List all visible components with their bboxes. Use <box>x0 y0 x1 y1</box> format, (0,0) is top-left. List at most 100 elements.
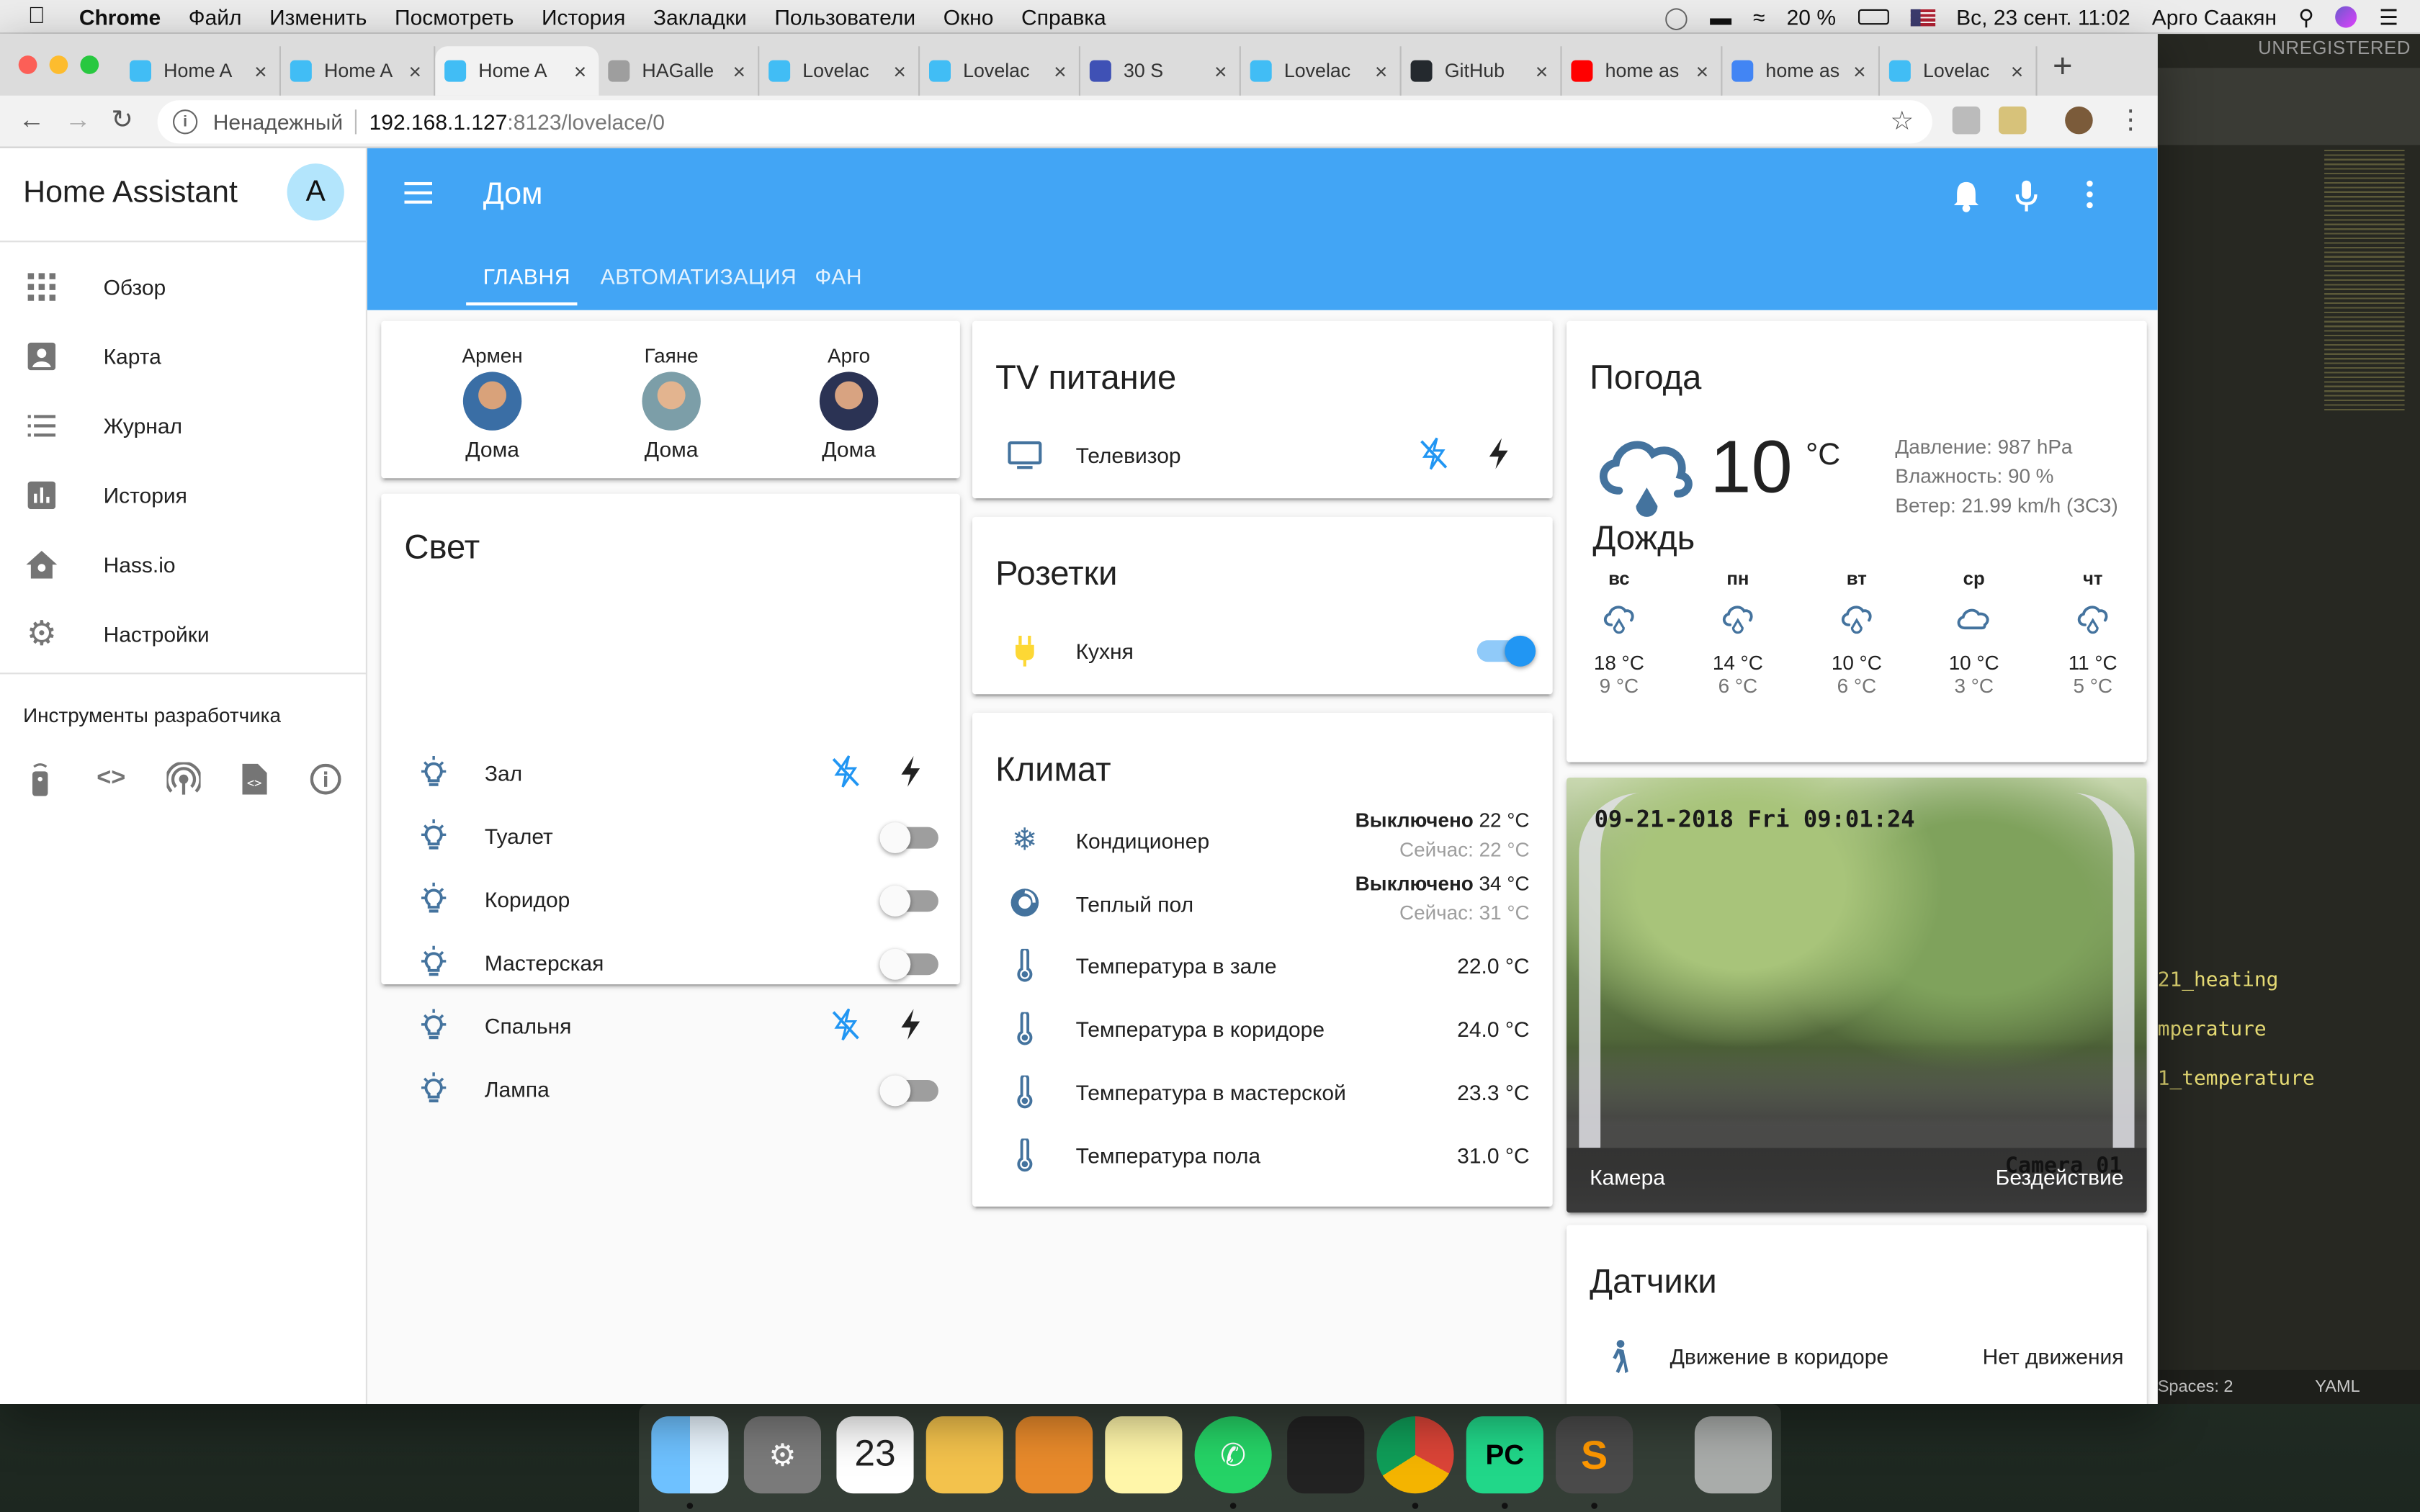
trash-icon[interactable] <box>1694 1416 1772 1494</box>
code-icon[interactable]: <> <box>93 760 130 797</box>
menu-window[interactable]: Окно <box>944 4 994 28</box>
close-tab-icon[interactable]: × <box>1853 58 1866 83</box>
close-tab-icon[interactable]: × <box>1536 58 1549 83</box>
microphone-icon[interactable] <box>2014 179 2038 221</box>
user-name[interactable]: Арго Саакян <box>2152 4 2277 29</box>
tab-fan[interactable]: ФАН <box>815 264 862 288</box>
siri-icon[interactable] <box>2336 6 2358 28</box>
light-toggle[interactable] <box>879 822 938 853</box>
sublime-text-icon[interactable]: S <box>1556 1416 1634 1494</box>
light-row[interactable]: Зал <box>381 742 960 804</box>
sidebar-item-settings[interactable]: ⚙ Настройки <box>0 600 367 668</box>
temperature-sensor-row[interactable]: Температура в зале 22.0 °C <box>972 935 1553 997</box>
file-code-icon[interactable]: <> <box>236 760 273 797</box>
entity-row[interactable]: Движение в коридоре Нет движения <box>1567 1326 2147 1387</box>
light-row[interactable]: Туалет <box>381 806 960 868</box>
menu-edit[interactable]: Изменить <box>269 4 367 28</box>
entity-name[interactable]: Температура в коридоре <box>1076 1017 1325 1041</box>
browser-tab[interactable]: Home A × <box>120 46 281 96</box>
temperature-sensor-row[interactable]: Температура пола 31.0 °C <box>972 1125 1553 1187</box>
close-tab-icon[interactable]: × <box>1696 58 1709 83</box>
entity-row[interactable]: Кухня <box>972 620 1553 682</box>
new-tab-button[interactable]: + <box>2053 46 2073 86</box>
minimize-window-button[interactable] <box>49 55 68 74</box>
light-row[interactable]: Мастерская <box>381 932 960 994</box>
creative-cloud-icon[interactable]: ◯ <box>1664 4 1689 30</box>
entity-name[interactable]: Температура пола <box>1076 1143 1261 1168</box>
indent-setting[interactable]: Spaces: 2 <box>2158 1378 2233 1397</box>
browser-tab[interactable]: GitHub × <box>1402 46 1562 96</box>
person-badge[interactable]: Армен Дома <box>431 344 554 462</box>
display-icon[interactable]: ▬ <box>1710 4 1731 29</box>
notification-center-icon[interactable]: ☰ <box>2379 4 2398 30</box>
tab-main[interactable]: ГЛАВНЯ <box>483 264 570 288</box>
close-tab-icon[interactable]: × <box>408 58 421 83</box>
power-on-button[interactable] <box>898 1007 920 1049</box>
battery-icon[interactable] <box>1857 9 1888 25</box>
menubar-app-name[interactable]: Chrome <box>79 4 161 28</box>
info-icon[interactable] <box>307 760 344 797</box>
light-row[interactable]: Спальня <box>381 995 960 1057</box>
browser-tab[interactable]: HAGalle × <box>599 46 760 96</box>
zoom-window-button[interactable] <box>80 55 99 74</box>
entity-name[interactable]: Температура в мастерской <box>1076 1080 1346 1104</box>
notifications-icon[interactable] <box>1951 179 1982 221</box>
entity-name[interactable]: Телевизор <box>1076 443 1181 467</box>
menu-file[interactable]: Файл <box>189 4 242 28</box>
whatsapp-icon[interactable]: ✆ <box>1194 1416 1272 1494</box>
browser-tab[interactable]: Home A × <box>281 46 436 96</box>
tab-automation[interactable]: АВТОМАТИЗАЦИЯ <box>601 264 797 288</box>
browser-tab[interactable]: Lovelac × <box>759 46 920 96</box>
climate-row[interactable]: ❄ Кондиционер Выключено 22 °C Сейчас: 22… <box>972 809 1553 870</box>
security-label[interactable]: Ненадежный <box>213 109 343 134</box>
entity-name[interactable]: Спальня <box>485 1014 572 1038</box>
climate-row[interactable]: Теплый пол Выключено 34 °C Сейчас: 31 °C <box>972 872 1553 934</box>
bookmark-star-icon[interactable]: ☆ <box>1890 107 1914 138</box>
browser-tab[interactable]: Lovelac × <box>920 46 1080 96</box>
entity-name[interactable]: Туалет <box>485 824 553 848</box>
sidebar-item-history[interactable]: История <box>0 462 367 529</box>
camera-card[interactable]: 09-21-2018 Fri 09:01:24 Camera 01 Камера… <box>1567 778 2147 1213</box>
apple-icon[interactable]:  <box>28 3 45 29</box>
close-tab-icon[interactable]: × <box>893 58 906 83</box>
remote-icon[interactable] <box>22 760 58 797</box>
entity-name[interactable]: Зал <box>485 760 522 785</box>
temperature-sensor-row[interactable]: Температура в коридоре 24.0 °C <box>972 998 1553 1060</box>
light-toggle[interactable] <box>879 948 938 980</box>
light-toggle[interactable] <box>879 886 938 917</box>
browser-tab[interactable]: home as × <box>1562 46 1723 96</box>
entity-name[interactable]: Кондиционер <box>1076 829 1210 853</box>
entity-name[interactable]: Кухня <box>1076 639 1134 663</box>
menu-icon[interactable] <box>404 181 435 212</box>
finder-icon[interactable] <box>651 1416 729 1494</box>
entity-name[interactable]: Движение в коридоре <box>1670 1344 1889 1368</box>
extension-icon[interactable] <box>1999 106 2027 135</box>
menu-people[interactable]: Пользователи <box>774 4 915 28</box>
editor-line[interactable]: mperature <box>2158 1018 2267 1041</box>
reload-icon[interactable]: ↻ <box>111 105 133 136</box>
menu-view[interactable]: Посмотреть <box>395 4 514 28</box>
close-tab-icon[interactable]: × <box>1214 58 1227 83</box>
entity-name[interactable]: Лампа <box>485 1077 550 1102</box>
close-tab-icon[interactable]: × <box>1375 58 1388 83</box>
entity-name[interactable]: Теплый пол <box>1076 892 1194 917</box>
wifi-icon[interactable]: ≈ <box>1753 4 1765 29</box>
sidebar-item-hassio[interactable]: Hass.io <box>0 531 367 598</box>
sidebar-item-overview[interactable]: Обзор <box>0 253 367 320</box>
syntax-setting[interactable]: YAML <box>2315 1378 2360 1397</box>
close-window-button[interactable] <box>18 55 37 74</box>
power-on-button[interactable] <box>898 755 920 796</box>
editor-line[interactable]: 1_temperature <box>2158 1068 2315 1091</box>
browser-tab[interactable]: 30 S × <box>1080 46 1241 96</box>
power-off-button[interactable] <box>832 755 860 796</box>
temperature-sensor-row[interactable]: Температура в мастерской 23.3 °C <box>972 1061 1553 1123</box>
person-badge[interactable]: Гаяне Дома <box>609 344 732 462</box>
spotlight-icon[interactable]: ⚲ <box>2298 4 2314 30</box>
extension-icon[interactable] <box>1952 106 1981 135</box>
power-off-button[interactable] <box>832 1007 860 1049</box>
broadcast-icon[interactable] <box>165 760 202 797</box>
browser-tab[interactable]: Lovelac × <box>1241 46 1402 96</box>
menu-history[interactable]: История <box>542 4 625 28</box>
entity-name[interactable]: Температура в зале <box>1076 953 1277 978</box>
menu-help[interactable]: Справка <box>1021 4 1106 28</box>
